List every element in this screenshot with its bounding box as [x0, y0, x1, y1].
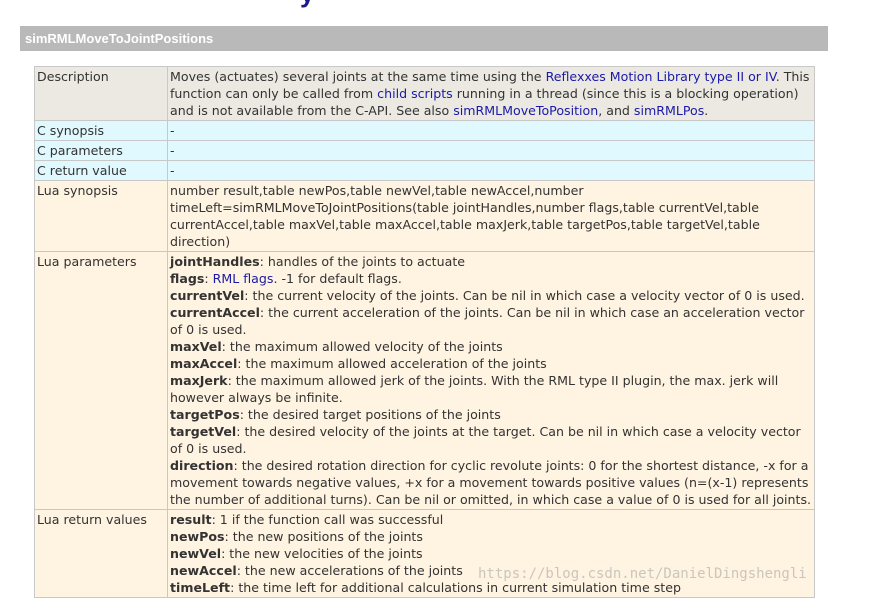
parameter-entry: currentAccel: the current acceleration o… — [170, 304, 812, 338]
row-c-return-value: C return value - — [34, 160, 815, 181]
entry-description: : the desired target positions of the jo… — [239, 407, 501, 422]
parameter-entry: maxVel: the maximum allowed velocity of … — [170, 338, 812, 355]
entry-name: targetVel — [170, 424, 237, 439]
row-value: - — [167, 120, 815, 141]
row-label: C parameters — [34, 140, 168, 161]
return-value-entry: timeLeft: the time left for additional c… — [170, 579, 812, 596]
return-value-entry: result: 1 if the function call was succe… — [170, 511, 812, 528]
row-description: Description Moves (actuates) several joi… — [34, 66, 815, 121]
entry-name: timeLeft — [170, 580, 231, 595]
description-fragment: , and — [598, 103, 634, 118]
row-value: - — [167, 140, 815, 161]
entry-link[interactable]: RML flags — [213, 271, 274, 286]
row-lua-synopsis: Lua synopsis number result,table newPos,… — [34, 180, 815, 252]
entry-description: : 1 if the function call was successful — [211, 512, 444, 527]
entry-name: newAccel — [170, 563, 237, 578]
section-title: simRMLMoveToJointPositions — [25, 31, 214, 46]
parameter-entry: flags: RML flags. -1 for default flags. — [170, 270, 812, 287]
description-fragment: Moves (actuates) several joints at the s… — [170, 69, 546, 84]
parameter-entry: maxAccel: the maximum allowed accelerati… — [170, 355, 812, 372]
parameter-entry: targetVel: the desired velocity of the j… — [170, 423, 812, 457]
row-label: Lua return values — [34, 509, 168, 598]
entry-description: : — [204, 271, 213, 286]
parameter-entry: currentVel: the current velocity of the … — [170, 287, 812, 304]
entry-description: : the desired rotation direction for cyc… — [170, 458, 812, 507]
page-title-cropped: y — [300, 0, 314, 6]
return-value-entry: newAccel: the new accelerations of the j… — [170, 562, 812, 579]
parameter-entry: direction: the desired rotation directio… — [170, 457, 812, 508]
row-label: Description — [34, 66, 168, 121]
entry-name: result — [170, 512, 212, 527]
description-link[interactable]: simRMLMoveToPosition — [453, 103, 598, 118]
row-lua-parameters: Lua parameters jointHandles: handles of … — [34, 251, 815, 510]
entry-name: maxVel — [170, 339, 222, 354]
description-link[interactable]: simRMLPos — [634, 103, 704, 118]
section-title-bar: simRMLMoveToJointPositions — [20, 26, 828, 51]
entry-name: newVel — [170, 546, 222, 561]
entry-name: jointHandles — [170, 254, 260, 269]
parameter-entry: jointHandles: handles of the joints to a… — [170, 253, 812, 270]
return-value-entry: newVel: the new velocities of the joints — [170, 545, 812, 562]
lua-synopsis-text: number result,table newPos,table newVel,… — [167, 180, 815, 252]
entry-name: newPos — [170, 529, 225, 544]
api-reference-table: Description Moves (actuates) several joi… — [34, 66, 815, 598]
description-fragment: . — [704, 103, 709, 118]
entry-description: : handles of the joints to actuate — [259, 254, 465, 269]
entry-description: : the time left for additional calculati… — [230, 580, 681, 595]
row-c-synopsis: C synopsis - — [34, 120, 815, 141]
description-link[interactable]: Reflexxes Motion Library type II or IV — [546, 69, 776, 84]
row-label: C synopsis — [34, 120, 168, 141]
entry-description: : the current acceleration of the joints… — [170, 305, 805, 337]
entry-description: : the new velocities of the joints — [221, 546, 423, 561]
row-value: - — [167, 160, 815, 181]
entry-description: : the desired velocity of the joints at … — [170, 424, 801, 456]
entry-description: : the maximum allowed velocity of the jo… — [221, 339, 503, 354]
description-text: Moves (actuates) several joints at the s… — [167, 66, 815, 121]
lua-return-values-list: result: 1 if the function call was succe… — [167, 509, 815, 598]
entry-description: : the maximum allowed jerk of the joints… — [170, 373, 779, 405]
row-c-parameters: C parameters - — [34, 140, 815, 161]
entry-name: flags — [170, 271, 205, 286]
description-link[interactable]: child scripts — [377, 86, 453, 101]
entry-description: : the current velocity of the joints. Ca… — [244, 288, 805, 303]
entry-name: direction — [170, 458, 234, 473]
entry-name: currentVel — [170, 288, 245, 303]
parameter-entry: maxJerk: the maximum allowed jerk of the… — [170, 372, 812, 406]
entry-name: maxJerk — [170, 373, 228, 388]
entry-description-tail: . -1 for default flags. — [273, 271, 402, 286]
row-label: Lua parameters — [34, 251, 168, 510]
lua-parameters-list: jointHandles: handles of the joints to a… — [167, 251, 815, 510]
parameter-entry: targetPos: the desired target positions … — [170, 406, 812, 423]
row-label: C return value — [34, 160, 168, 181]
entry-description: : the new accelerations of the joints — [236, 563, 463, 578]
entry-description: : the maximum allowed acceleration of th… — [237, 356, 547, 371]
entry-name: maxAccel — [170, 356, 238, 371]
entry-name: targetPos — [170, 407, 240, 422]
entry-description: : the new positions of the joints — [224, 529, 423, 544]
row-lua-return-values: Lua return values result: 1 if the funct… — [34, 509, 815, 598]
row-label: Lua synopsis — [34, 180, 168, 252]
return-value-entry: newPos: the new positions of the joints — [170, 528, 812, 545]
entry-name: currentAccel — [170, 305, 260, 320]
